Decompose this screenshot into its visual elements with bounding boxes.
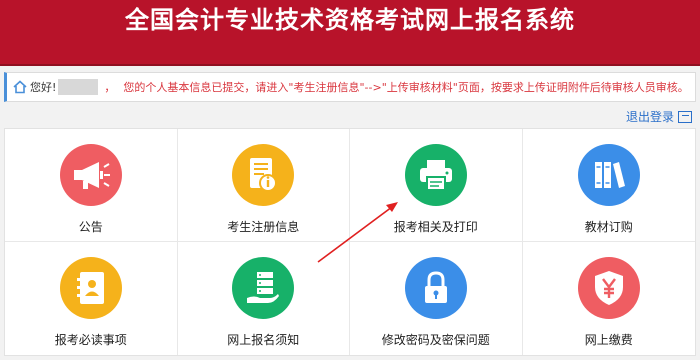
menu-grid: 公告 考生注册信息 报考相关及打印 教材订购 报考必读事项 网上报名须知 修改密… [4,128,696,356]
tile-change-password[interactable]: 修改密码及密保问题 [350,242,523,355]
tile-label: 修改密码及密保问题 [381,333,490,347]
tile-label: 网上缴费 [584,333,633,347]
printer-icon [404,144,467,206]
home-icon[interactable] [13,80,27,94]
tile-label: 报考相关及打印 [393,220,478,234]
logout-link[interactable]: 退出登录 [626,108,692,125]
tile-label: 报考必读事项 [54,333,127,347]
tile-label: 教材订购 [584,220,633,234]
tile-label: 考生注册信息 [227,220,300,234]
username-redacted [58,79,99,95]
tile-textbook-order[interactable]: 教材订购 [522,129,695,242]
header-banner: 全国会计专业技术资格考试网上报名系统 [0,0,700,66]
contact-book-icon [59,257,122,319]
greeting-separator: ， [104,81,116,94]
tile-online-payment[interactable]: 网上缴费 [523,242,696,355]
tile-label: 网上报名须知 [227,333,300,347]
page-title: 全国会计专业技术资格考试网上报名系统 [125,6,575,34]
tile-registration-info[interactable]: 考生注册信息 [177,129,350,242]
tile-announcement[interactable]: 公告 [5,129,178,242]
hand-server-icon [232,257,295,319]
app-root: 全国会计专业技术资格考试网上报名系统 您好! ， 您的个人基本信息已提交，请进入… [0,0,700,360]
notice-message: 您的个人基本信息已提交，请进入"考生注册信息"-->"上传审核材料"页面，按要求… [123,81,689,94]
info-document-icon [232,144,295,206]
logout-label: 退出登录 [625,110,674,124]
notice-bar: 您好! ， 您的个人基本信息已提交，请进入"考生注册信息"-->"上传审核材料"… [4,72,696,102]
megaphone-icon [59,144,122,206]
tile-label: 公告 [78,220,103,234]
logout-icon [678,110,692,123]
yen-shield-icon [577,257,640,319]
tile-required-reading[interactable]: 报考必读事项 [5,242,178,355]
greeting-text: 您好! [30,81,57,94]
books-icon [577,144,640,206]
lock-icon [404,257,467,319]
tile-online-registration-notes[interactable]: 网上报名须知 [178,242,350,355]
tile-registration-print[interactable]: 报考相关及打印 [350,129,523,242]
